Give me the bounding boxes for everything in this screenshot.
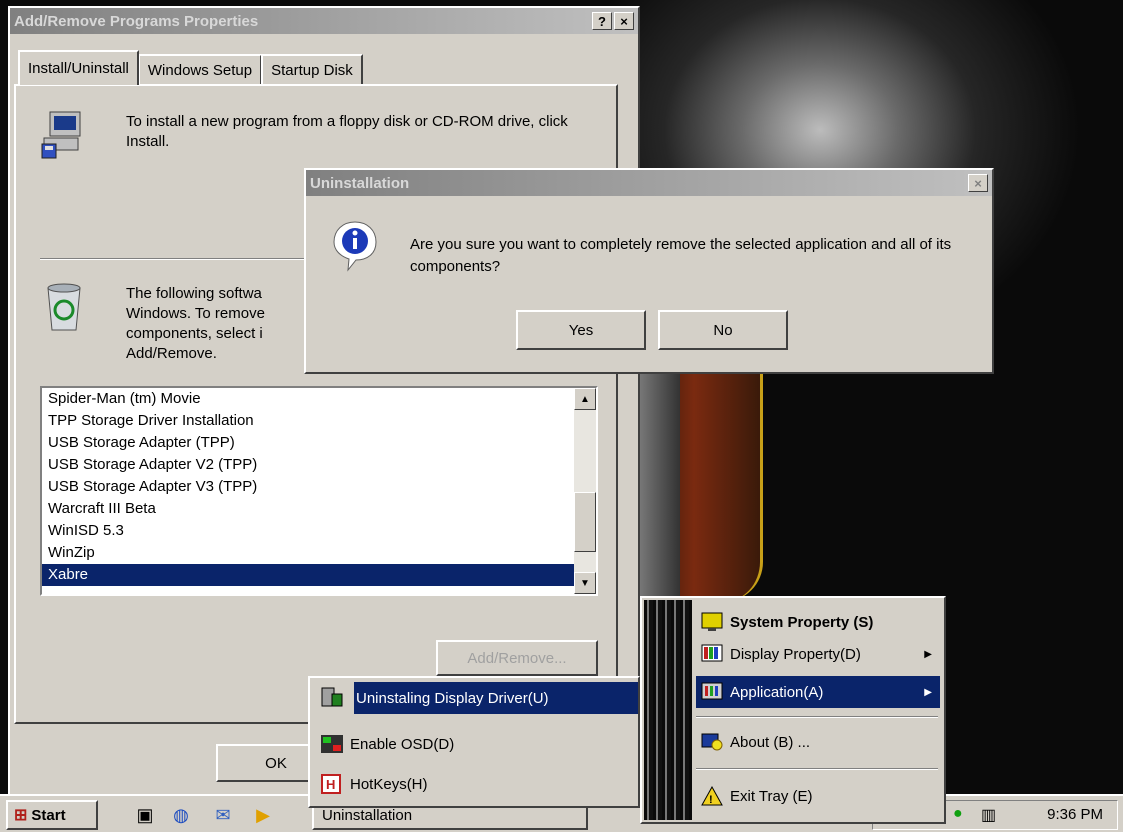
submenu-arrow-icon: ▶ [924,686,932,698]
internet-explorer-icon[interactable]: ◍ [168,802,194,828]
list-item[interactable]: WinISD 5.3 [42,520,596,542]
no-button[interactable]: No [658,310,788,350]
list-item-selected[interactable]: Xabre [42,564,574,586]
tab-startup-disk[interactable]: Startup Disk [261,54,363,85]
menu-side-banner [644,600,692,820]
color-bars-icon [700,643,724,665]
menu-separator [696,768,938,770]
list-item[interactable]: USB Storage Adapter (TPP) [42,432,596,454]
scroll-up-arrow-icon[interactable]: ▲ [574,388,596,410]
install-instructions: To install a new program from a floppy d… [126,113,568,150]
help-button[interactable]: ? [592,12,612,30]
clock: 9:36 PM [1047,806,1103,823]
uninstall-titlebar[interactable]: Uninstallation × [306,170,992,196]
scroll-thumb[interactable] [574,492,596,552]
svg-text:!: ! [709,794,713,806]
tray-display-icon[interactable]: ▥ [981,805,996,825]
menu-item-display-property[interactable]: Display Property(D) ▶ [696,638,940,670]
info-icon [332,220,378,272]
list-item[interactable]: WinZip [42,542,596,564]
menu-item-application[interactable]: Application(A) ▶ [696,676,940,708]
tray-green-icon[interactable]: ● [953,805,963,823]
scroll-down-arrow-icon[interactable]: ▼ [574,572,596,594]
start-button[interactable]: ⊞ Start [6,800,98,830]
tray-context-menu: System Property (S) Display Property(D) … [640,596,946,824]
osd-icon [320,733,344,755]
menu-item-exit-tray[interactable]: ! Exit Tray (E) [696,780,940,812]
list-item[interactable]: Warcraft III Beta [42,498,596,520]
outlook-icon[interactable]: ✉ [210,802,236,828]
hotkeys-icon: H [320,773,344,795]
uninstall-title: Uninstallation [310,174,410,192]
application-icon [700,681,724,703]
list-item[interactable]: Spider-Man (tm) Movie [42,388,596,410]
menu-item-hotkeys[interactable]: H HotKeys(H) [316,768,636,800]
confirm-message: Are you sure you want to completely remo… [410,236,952,275]
submenu-arrow-icon: ▶ [924,648,932,660]
tab-strip: Install/Uninstall Windows Setup Startup … [18,50,363,85]
svg-text:H: H [326,777,335,792]
monitor-icon [700,611,724,633]
programs-listbox[interactable]: Spider-Man (tm) Movie TPP Storage Driver… [40,386,598,596]
menu-item-system-property[interactable]: System Property (S) [696,606,940,638]
exit-icon: ! [700,785,724,807]
dialog-title: Add/Remove Programs Properties [14,12,259,30]
start-label: Start [31,806,66,824]
menu-item-enable-osd[interactable]: Enable OSD(D) [316,728,636,760]
wallpaper-glow [640,372,680,602]
media-player-icon[interactable]: ▶ [250,802,276,828]
menu-separator [696,716,938,718]
menu-item-about[interactable]: About (B) ... [696,726,940,758]
list-scrollbar[interactable]: ▲ ▼ [574,388,596,594]
about-icon [700,731,724,753]
list-item[interactable]: USB Storage Adapter V3 (TPP) [42,476,596,498]
show-desktop-icon[interactable]: ▣ [132,802,158,828]
tab-windows-setup[interactable]: Windows Setup [137,54,263,85]
recycle-bin-icon [42,280,86,332]
application-submenu: Uninstaling Display Driver(U) Enable OSD… [308,676,640,808]
install-computer-icon [40,110,84,160]
close-button[interactable]: × [968,174,988,192]
yes-button[interactable]: Yes [516,310,646,350]
list-item[interactable]: USB Storage Adapter V2 (TPP) [42,454,596,476]
remove-instructions: The following softwa Windows. To remove … [126,285,265,362]
tab-install-uninstall[interactable]: Install/Uninstall [18,50,139,85]
windows-logo-icon: ⊞ [14,807,28,824]
menu-item-uninstall-driver[interactable]: Uninstaling Display Driver(U) [354,682,638,714]
uninstall-icon [320,686,344,708]
list-item[interactable]: TPP Storage Driver Installation [42,410,596,432]
close-button[interactable]: × [614,12,634,30]
dialog-titlebar[interactable]: Add/Remove Programs Properties ? × [10,8,638,34]
add-remove-button[interactable]: Add/Remove... [436,640,598,676]
uninstallation-dialog: Uninstallation × Are you sure you want t… [304,168,994,374]
